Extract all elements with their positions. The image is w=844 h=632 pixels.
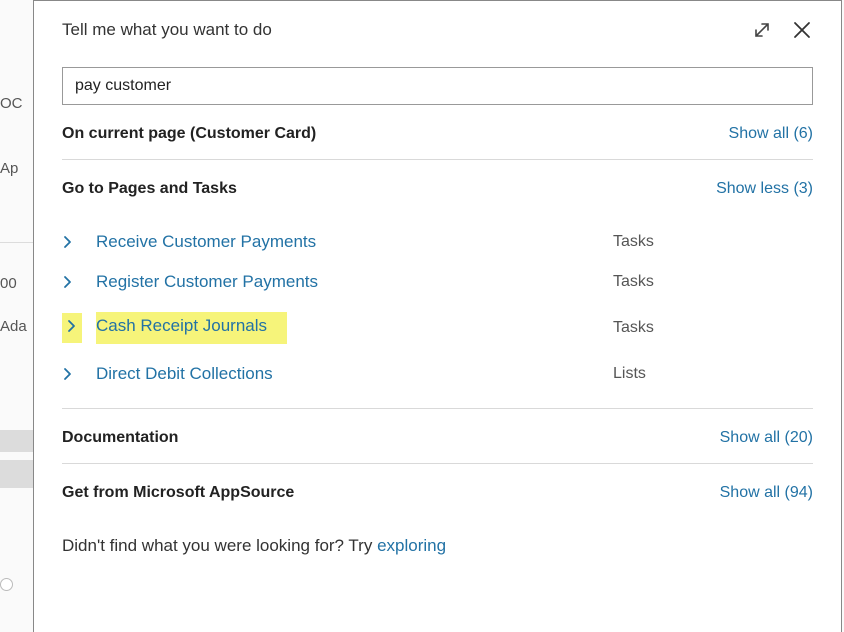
exploring-link[interactable]: exploring (377, 536, 446, 555)
footer-prefix: Didn't find what you were looking for? T… (62, 536, 377, 555)
chevron-right-icon (62, 273, 82, 291)
result-item[interactable]: Receive Customer Payments Tasks (62, 222, 813, 262)
section-appsource-title: Get from Microsoft AppSource (62, 484, 294, 502)
section-documentation-title: Documentation (62, 429, 178, 447)
results-list: Receive Customer PaymentsTasksRegister C… (62, 214, 813, 408)
section-current-page-action[interactable]: Show all (6) (729, 125, 813, 143)
chevron-right-icon (62, 233, 82, 251)
bg-text-1: Ap (0, 160, 18, 177)
section-current-page-title: On current page (Customer Card) (62, 125, 316, 143)
result-item[interactable]: Register Customer Payments Tasks (62, 262, 813, 302)
expand-icon[interactable] (751, 19, 773, 41)
section-pages-tasks-title: Go to Pages and Tasks (62, 180, 237, 198)
footer-text: Didn't find what you were looking for? T… (34, 518, 841, 556)
section-appsource-action[interactable]: Show all (94) (720, 484, 813, 502)
result-type: Lists (613, 365, 813, 383)
bg-text-0: OC (0, 95, 23, 112)
section-documentation-action[interactable]: Show all (20) (720, 429, 813, 447)
result-item[interactable]: Cash Receipt Journals Tasks (62, 302, 813, 354)
result-label[interactable]: Register Customer Payments (96, 272, 318, 292)
result-type: Tasks (613, 273, 813, 291)
search-box[interactable] (62, 67, 813, 105)
result-type: Tasks (613, 319, 813, 337)
section-pages-tasks-action[interactable]: Show less (3) (716, 180, 813, 198)
bg-text-3: Ada (0, 318, 27, 335)
bg-text-2: 00 (0, 275, 17, 292)
chevron-right-icon (62, 313, 82, 343)
result-label[interactable]: Receive Customer Payments (96, 232, 316, 252)
result-type: Tasks (613, 233, 813, 251)
result-label[interactable]: Direct Debit Collections (96, 364, 273, 384)
tellme-panel: Tell me what you want to do On current p… (33, 0, 842, 632)
chevron-right-icon (62, 365, 82, 383)
close-icon[interactable] (791, 19, 813, 41)
result-item[interactable]: Direct Debit Collections Lists (62, 354, 813, 394)
panel-title: Tell me what you want to do (62, 20, 272, 40)
result-label[interactable]: Cash Receipt Journals (96, 312, 287, 344)
search-input[interactable] (73, 76, 802, 96)
